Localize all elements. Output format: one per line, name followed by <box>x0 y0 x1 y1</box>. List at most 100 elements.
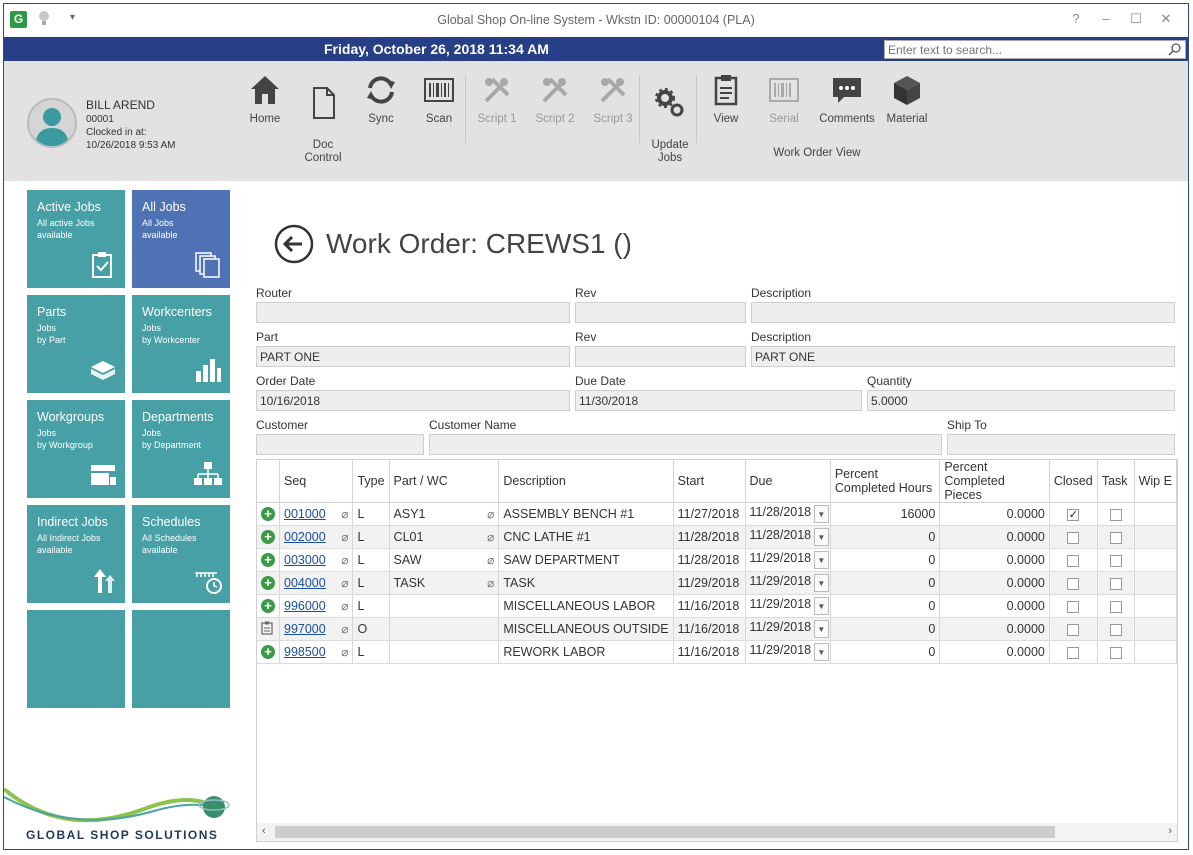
seq-cell[interactable]: 996000 ⌀ <box>279 594 354 618</box>
paperclip-icon[interactable]: ⌀ <box>487 553 494 567</box>
col-header-type[interactable]: Type <box>352 460 390 503</box>
closed-checkbox[interactable] <box>1067 623 1080 636</box>
tile-empty[interactable] <box>132 610 230 708</box>
closed-cell[interactable] <box>1049 617 1098 641</box>
serial-button[interactable]: Serial <box>756 73 812 126</box>
row-icon-cell[interactable]: + <box>257 594 280 618</box>
seq-cell[interactable]: 003000 ⌀ <box>279 548 354 572</box>
closed-checkbox[interactable] <box>1067 554 1080 567</box>
seq-cell[interactable]: 998500 ⌀ <box>279 640 354 664</box>
paperclip-icon[interactable]: ⌀ <box>341 645 348 659</box>
due-date-field[interactable]: 11/30/2018 <box>575 390 862 411</box>
scrollbar-thumb[interactable] <box>275 826 1055 838</box>
table-row[interactable]: +996000 ⌀ L MISCELLANEOUS LABOR 11/16/2018 11… <box>257 594 1177 618</box>
closed-cell[interactable] <box>1049 548 1098 572</box>
paperclip-icon[interactable]: ⌀ <box>341 553 348 567</box>
row-icon-cell[interactable]: + <box>257 571 280 595</box>
task-checkbox[interactable] <box>1109 554 1122 567</box>
row-icon-cell[interactable]: + <box>257 640 280 664</box>
paperclip-icon[interactable]: ⌀ <box>341 507 348 521</box>
seq-link[interactable]: 003000 <box>284 553 326 567</box>
table-row[interactable]: +001000 ⌀ L ASY1 ⌀ ASSEMBLY BENCH #1 11/27/201… <box>257 502 1177 526</box>
tile-parts[interactable]: Parts Jobs by Part <box>27 295 125 393</box>
task-checkbox[interactable] <box>1109 600 1122 613</box>
task-cell[interactable] <box>1097 548 1135 572</box>
add-icon[interactable]: + <box>261 553 275 568</box>
task-cell[interactable] <box>1097 594 1135 618</box>
seq-link[interactable]: 997000 <box>284 622 326 636</box>
minimize-button[interactable]: – <box>1097 11 1115 26</box>
paperclip-icon[interactable]: ⌀ <box>487 530 494 544</box>
col-header-pct-hours[interactable]: Percent Completed Hours <box>830 460 941 503</box>
add-icon[interactable]: + <box>261 645 275 660</box>
search-icon[interactable] <box>1168 42 1182 56</box>
seq-link[interactable]: 996000 <box>284 599 326 613</box>
due-cell[interactable]: 11/28/2018 ▼ <box>745 502 831 526</box>
chevron-down-icon[interactable]: ▼ <box>813 551 829 569</box>
seq-link[interactable]: 002000 <box>284 530 326 544</box>
router-field[interactable] <box>256 302 570 323</box>
col-header-start[interactable]: Start <box>673 460 746 503</box>
col-header-wip[interactable]: Wip E <box>1134 460 1177 503</box>
closed-cell[interactable] <box>1049 525 1098 549</box>
closed-cell[interactable]: ✓ <box>1049 502 1098 526</box>
ship-to-field[interactable] <box>947 434 1175 455</box>
paperclip-icon[interactable]: ⌀ <box>487 576 494 590</box>
chevron-down-icon[interactable]: ▼ <box>813 574 829 592</box>
paperclip-icon[interactable]: ⌀ <box>341 576 348 590</box>
closed-checkbox[interactable]: ✓ <box>1067 508 1080 521</box>
script-2-button[interactable]: Script 2 <box>527 73 583 126</box>
closed-checkbox[interactable] <box>1067 531 1080 544</box>
script-1-button[interactable]: Script 1 <box>469 73 525 126</box>
chevron-down-icon[interactable]: ▼ <box>813 505 829 523</box>
part-rev-field[interactable] <box>575 346 746 367</box>
script-3-button[interactable]: Script 3 <box>585 73 641 126</box>
table-row[interactable]: +004000 ⌀ L TASK ⌀ TASK 11/29/2018 11/29/2018 ▼ 0… <box>257 571 1177 595</box>
table-row[interactable]: 997000 ⌀ O MISCELLANEOUS OUTSIDE 11/16/2018 1… <box>257 617 1177 641</box>
row-icon-cell[interactable] <box>257 617 280 641</box>
tile-workgroups[interactable]: Workgroups Jobs by Workgroup <box>27 400 125 498</box>
tile-departments[interactable]: Departments Jobs by Department <box>132 400 230 498</box>
row-icon-cell[interactable]: + <box>257 525 280 549</box>
view-button[interactable]: View <box>698 73 754 126</box>
task-checkbox[interactable] <box>1109 577 1122 590</box>
col-header-description[interactable]: Description <box>498 460 674 503</box>
help-button[interactable]: ? <box>1067 11 1085 26</box>
add-icon[interactable]: + <box>261 507 275 522</box>
horizontal-scrollbar[interactable]: ‹ › <box>257 823 1177 841</box>
closed-cell[interactable] <box>1049 594 1098 618</box>
col-header-task[interactable]: Task <box>1097 460 1135 503</box>
tile-indirect-jobs[interactable]: Indirect Jobs All Indirect Jobs availabl… <box>27 505 125 603</box>
home-button[interactable]: Home <box>237 73 293 126</box>
outside-icon[interactable] <box>261 621 274 635</box>
due-cell[interactable]: 11/29/2018 ▼ <box>745 571 831 595</box>
doc-control-button[interactable]: Doc Control <box>295 73 351 165</box>
chevron-down-icon[interactable]: ▼ <box>813 528 829 546</box>
add-icon[interactable]: + <box>261 530 275 545</box>
maximize-button[interactable]: ☐ <box>1127 11 1145 27</box>
tile-active-jobs[interactable]: Active Jobs All active Jobs available <box>27 190 125 288</box>
col-header-seq[interactable]: Seq <box>279 460 354 503</box>
due-cell[interactable]: 11/29/2018 ▼ <box>745 548 831 572</box>
closed-checkbox[interactable] <box>1067 646 1080 659</box>
seq-link[interactable]: 004000 <box>284 576 326 590</box>
col-header-pct-pieces[interactable]: Percent Completed Pieces <box>939 460 1050 503</box>
task-checkbox[interactable] <box>1109 531 1122 544</box>
scan-button[interactable]: Scan <box>411 73 467 126</box>
task-cell[interactable] <box>1097 571 1135 595</box>
router-rev-field[interactable] <box>575 302 746 323</box>
table-row[interactable]: +002000 ⌀ L CL01 ⌀ CNC LATHE #1 11/28/2018 11/2… <box>257 525 1177 549</box>
sync-button[interactable]: Sync <box>353 73 409 126</box>
back-arrow-icon[interactable] <box>274 224 314 264</box>
closed-cell[interactable] <box>1049 571 1098 595</box>
search-input[interactable] <box>885 41 1155 58</box>
comments-button[interactable]: Comments <box>817 73 877 126</box>
due-cell[interactable]: 11/29/2018 ▼ <box>745 640 831 664</box>
material-button[interactable]: Material <box>878 73 936 126</box>
router-description-field[interactable] <box>751 302 1175 323</box>
quantity-field[interactable]: 5.0000 <box>867 390 1175 411</box>
tile-schedules[interactable]: Schedules All Schedules available <box>132 505 230 603</box>
task-checkbox[interactable] <box>1109 508 1122 521</box>
task-cell[interactable] <box>1097 525 1135 549</box>
col-header-due[interactable]: Due <box>745 460 831 503</box>
